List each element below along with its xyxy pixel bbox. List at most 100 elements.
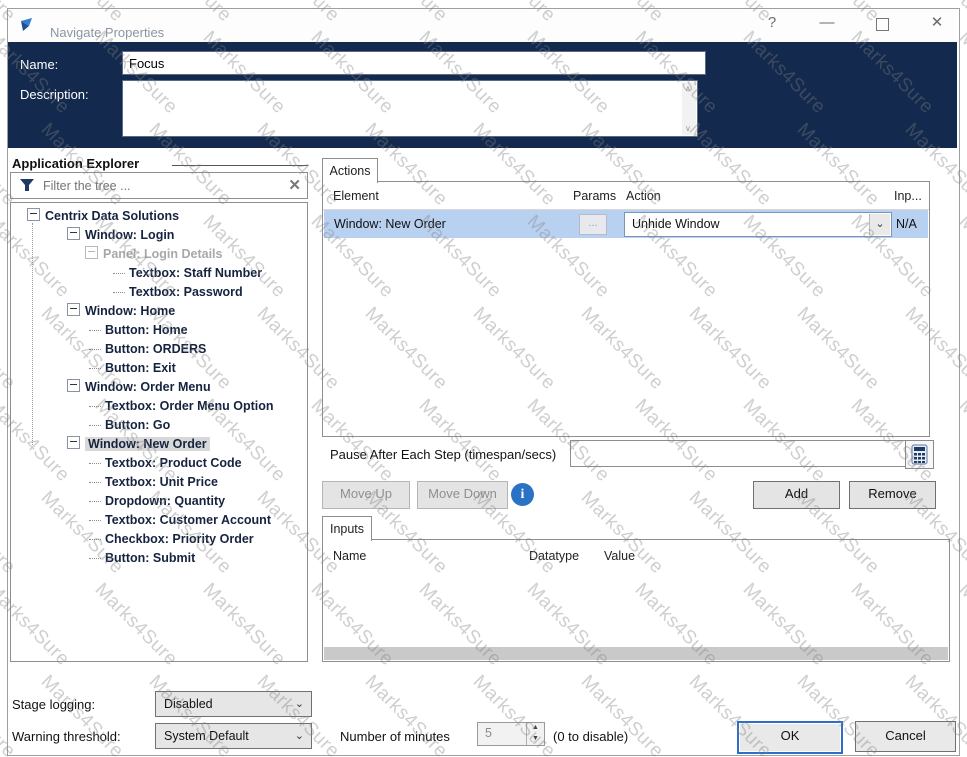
tree-branch-line [113, 273, 125, 274]
maximize-button[interactable] [876, 18, 889, 31]
tree-item[interactable]: Window: Order Menu [67, 378, 211, 397]
col-inputs: Inp... [894, 189, 922, 203]
pause-label: Pause After Each Step (timespan/secs) [330, 447, 556, 462]
tree-item[interactable]: Textbox: Staff Number [113, 264, 262, 283]
minutes-stepper[interactable]: 5 ▲ ▼ [477, 722, 545, 746]
tree-item[interactable]: Dropdown: Quantity [89, 492, 225, 511]
application-tree[interactable]: Centrix Data Solutions Window: Login Panel… [10, 202, 308, 662]
tree-item-label: Button: Go [105, 418, 170, 432]
stage-logging-label: Stage logging: [12, 697, 95, 712]
params-button[interactable]: ... [579, 214, 607, 235]
tree-item-label: Centrix Data Solutions [45, 209, 179, 223]
collapse-icon[interactable] [27, 208, 40, 221]
tree-branch-line [89, 520, 101, 521]
tree-branch-line [89, 406, 101, 407]
collapse-icon[interactable] [67, 379, 80, 392]
description-label: Description: [20, 87, 89, 102]
actions-table[interactable]: Element Params Action Inp... Window: New… [322, 181, 930, 437]
tree-item[interactable]: Button: ORDERS [89, 340, 206, 359]
tree-item[interactable]: Button: Go [89, 416, 170, 435]
tree-branch-line [89, 501, 101, 502]
tree-branch-line [89, 558, 101, 559]
tab-actions[interactable]: Actions [322, 158, 378, 183]
cancel-button[interactable]: Cancel [855, 721, 956, 752]
tree-item-label: Window: Order Menu [85, 380, 211, 394]
move-up-button[interactable]: Move Up [322, 481, 410, 509]
scroll-up-icon[interactable]: ∧ [685, 84, 691, 93]
chevron-down-icon: ⌄ [295, 692, 304, 716]
warning-threshold-value: System Default [156, 729, 249, 743]
remove-button[interactable]: Remove [849, 481, 936, 509]
tree-item-label: Button: ORDERS [105, 342, 206, 356]
pause-input[interactable] [570, 440, 908, 467]
number-of-minutes-label: Number of minutes [340, 729, 450, 744]
tree-branch-line [89, 349, 101, 350]
tree-item[interactable]: Textbox: Product Code [89, 454, 242, 473]
tree-item[interactable]: Button: Submit [89, 549, 195, 568]
tree-branch-line [89, 482, 101, 483]
stepper-down-icon[interactable]: ▼ [527, 734, 544, 745]
filter-clear-icon[interactable]: ✕ [288, 176, 301, 194]
action-dropdown[interactable]: Unhide Window ⌄ [624, 212, 892, 237]
tree-item[interactable]: Button: Home [89, 321, 188, 340]
tree-item[interactable]: Textbox: Password [113, 283, 243, 302]
col-value: Value [604, 549, 635, 563]
scroll-down-icon[interactable]: ∨ [685, 124, 691, 133]
action-row-element: Window: New Order [334, 217, 446, 231]
tree-item[interactable]: Panel: Login Details [85, 245, 222, 264]
col-params: Params [573, 189, 616, 203]
tree-item-label: Window: Home [85, 304, 175, 318]
tree-filter[interactable]: ✕ [10, 172, 308, 199]
tree-item[interactable]: Checkbox: Priority Order [89, 530, 254, 549]
inputs-horizontal-scrollbar[interactable] [324, 647, 948, 660]
stage-logging-dropdown[interactable]: Disabled ⌄ [155, 691, 312, 717]
move-down-button[interactable]: Move Down [417, 481, 508, 509]
tree-item-label: Window: Login [85, 228, 174, 242]
tree-item[interactable]: Textbox: Unit Price [89, 473, 218, 492]
inputs-table[interactable]: Name Datatype Value [322, 539, 950, 662]
info-icon: i [511, 483, 534, 506]
tree-item-label: Textbox: Unit Price [105, 475, 218, 489]
tree-item[interactable]: Textbox: Customer Account [89, 511, 271, 530]
tree-item-label: Textbox: Staff Number [129, 266, 262, 280]
chevron-down-icon[interactable]: ⌄ [869, 214, 890, 235]
ok-button[interactable]: OK [737, 721, 843, 754]
filter-input[interactable] [41, 175, 285, 196]
description-field[interactable]: ∧ ∨ [122, 80, 698, 137]
tab-inputs[interactable]: Inputs [322, 516, 372, 541]
collapse-icon[interactable] [85, 246, 98, 259]
tree-item-label: Textbox: Customer Account [105, 513, 271, 527]
collapse-icon[interactable] [67, 303, 80, 316]
collapse-icon[interactable] [67, 436, 80, 449]
tree-item-label: Textbox: Product Code [105, 456, 242, 470]
description-scrollbar[interactable]: ∧ ∨ [682, 82, 696, 135]
minimize-button[interactable]: — [812, 12, 842, 34]
tree-item[interactable]: Button: Exit [89, 359, 176, 378]
add-button[interactable]: Add [753, 481, 840, 509]
warning-threshold-dropdown[interactable]: System Default ⌄ [155, 723, 312, 749]
tree-item-label: Button: Submit [105, 551, 195, 565]
calculator-icon [911, 444, 928, 465]
tree-item-label: Textbox: Order Menu Option [105, 399, 274, 413]
tree-item[interactable]: Window: Login [67, 226, 174, 245]
col-action: Action [626, 189, 661, 203]
tree-branch-line [113, 292, 125, 293]
name-field[interactable] [122, 51, 706, 75]
tree-item[interactable]: Window: New Order [67, 435, 210, 454]
stepper-up-icon[interactable]: ▲ [527, 723, 544, 734]
action-row-selected[interactable]: Window: New Order ... Unhide Window ⌄ N/… [324, 210, 928, 238]
tree-item[interactable]: Textbox: Order Menu Option [89, 397, 274, 416]
calculator-button[interactable] [905, 440, 934, 469]
minutes-value: 5 [485, 726, 492, 740]
action-row-inputs-value: N/A [896, 217, 917, 231]
disable-hint: (0 to disable) [553, 729, 628, 744]
name-label: Name: [20, 57, 58, 72]
app-icon [18, 15, 40, 37]
close-button[interactable]: ✕ [922, 12, 952, 34]
actions-header-row: Element Params Action Inp... [323, 182, 929, 210]
help-button[interactable]: ? [757, 12, 787, 34]
tree-item[interactable]: Centrix Data Solutions [27, 207, 179, 226]
tree-item[interactable]: Window: Home [67, 302, 175, 321]
collapse-icon[interactable] [67, 227, 80, 240]
tree-item-label: Checkbox: Priority Order [105, 532, 254, 546]
